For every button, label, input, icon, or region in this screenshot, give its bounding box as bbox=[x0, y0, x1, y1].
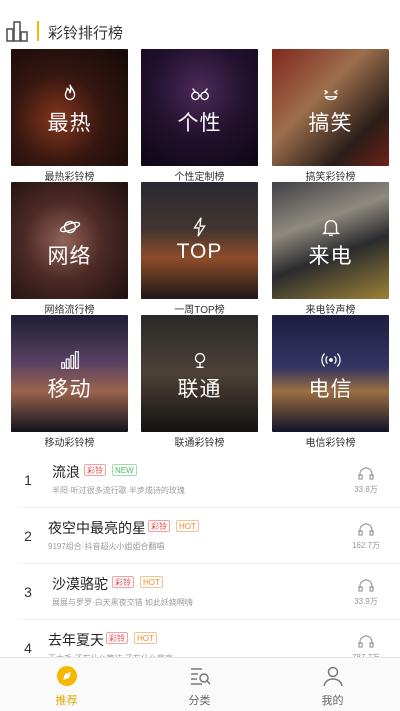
hot-badge: HOT bbox=[176, 520, 199, 532]
tile-label: TOP bbox=[176, 240, 223, 263]
tile-caption: 个性定制榜 bbox=[174, 172, 225, 183]
rank-number: 1 bbox=[24, 472, 32, 488]
signal-bars-icon bbox=[60, 351, 79, 369]
user-icon bbox=[322, 666, 343, 687]
tile-top[interactable]: TOP bbox=[141, 182, 258, 299]
tab-mine[interactable]: 我的 bbox=[266, 658, 399, 711]
tile-unicom[interactable]: 联通 bbox=[141, 315, 258, 432]
play-count: 33.9万 bbox=[354, 597, 378, 606]
tile-label: 网络 bbox=[47, 245, 92, 268]
headphones-icon bbox=[358, 579, 374, 592]
tile-incoming-call[interactable]: 来电 bbox=[272, 182, 389, 299]
unicom-knot-icon bbox=[194, 352, 205, 369]
list-item[interactable]: 1 流浪 彩铃 NEW 半阳·听过很多流行歌 半步成诗的玫瑰 33.8万 bbox=[0, 452, 400, 508]
tile-label: 联通 bbox=[177, 378, 222, 401]
song-description: 9197组合·抖音超火小姐姐合翻唱 bbox=[48, 542, 165, 551]
glasses-icon bbox=[190, 88, 209, 101]
tile-mobile[interactable]: 移动 bbox=[11, 315, 128, 432]
song-description: 展展与罗罗·白天黑夜交错 如此妖娆啊嗨 bbox=[52, 598, 193, 607]
ringtone-badge: 彩铃 bbox=[84, 464, 106, 476]
tab-label: 分类 bbox=[188, 695, 211, 707]
tab-recommend[interactable]: 推荐 bbox=[0, 658, 133, 711]
tile-label: 移动 bbox=[47, 378, 92, 401]
song-title: 去年夏天 bbox=[48, 632, 104, 648]
song-description: 半阳·听过很多流行歌 半步成诗的玫瑰 bbox=[52, 486, 185, 495]
tile-funny[interactable]: 搞笑 bbox=[272, 49, 389, 166]
tile-caption: 一周TOP榜 bbox=[174, 305, 225, 316]
list-item[interactable]: 3 沙漠骆驼 彩铃 HOT 展展与罗罗·白天黑夜交错 如此妖娆啊嗨 33.9万 bbox=[0, 564, 400, 620]
headphones-icon bbox=[358, 467, 374, 480]
tile-caption: 联通彩铃榜 bbox=[174, 438, 225, 449]
song-title: 流浪 bbox=[52, 464, 80, 480]
play-count: 162.7万 bbox=[351, 541, 381, 550]
lightning-icon bbox=[192, 217, 206, 237]
play-count: 33.8万 bbox=[354, 485, 378, 494]
ringtone-badge: 彩铃 bbox=[112, 576, 134, 588]
page-header: 彩铃排行榜 bbox=[0, 0, 400, 44]
tab-label: 推荐 bbox=[55, 695, 78, 707]
tile-telecom[interactable]: 电信 bbox=[272, 315, 389, 432]
ringtone-badge: 彩铃 bbox=[148, 520, 170, 532]
page-title: 彩铃排行榜 bbox=[48, 25, 124, 42]
song-title: 夜空中最亮的星 bbox=[48, 520, 146, 536]
headphones-icon bbox=[358, 523, 374, 536]
rank-number: 3 bbox=[24, 584, 32, 600]
tab-label: 我的 bbox=[321, 695, 344, 707]
planet-icon bbox=[59, 220, 80, 234]
hot-badge: HOT bbox=[140, 576, 163, 588]
bell-icon bbox=[321, 219, 340, 236]
tab-category[interactable]: 分类 bbox=[133, 658, 266, 711]
rank-number: 2 bbox=[24, 528, 32, 544]
rank-number: 4 bbox=[24, 640, 32, 656]
tile-hot[interactable]: 最热 bbox=[11, 49, 128, 166]
tile-label: 电信 bbox=[308, 378, 353, 401]
tile-caption: 网络流行榜 bbox=[44, 305, 95, 316]
list-item[interactable]: 2 夜空中最亮的星 彩铃 HOT 9197组合·抖音超火小姐姐合翻唱 162.7… bbox=[0, 508, 400, 564]
recommend-icon bbox=[56, 666, 77, 686]
song-title: 沙漠骆驼 bbox=[52, 576, 108, 592]
tile-network[interactable]: 网络 bbox=[11, 182, 128, 299]
category-icon bbox=[190, 668, 211, 685]
hot-badge: HOT bbox=[134, 632, 157, 644]
header-divider bbox=[37, 21, 39, 41]
tile-personal[interactable]: 个性 bbox=[141, 49, 258, 166]
tile-label: 最热 bbox=[47, 112, 92, 135]
ranking-icon bbox=[6, 21, 28, 42]
tile-caption: 搞笑彩铃榜 bbox=[305, 172, 356, 183]
new-badge: NEW bbox=[112, 464, 137, 476]
bottom-tab-bar: 推荐 分类 我的 bbox=[0, 657, 400, 711]
tile-label: 搞笑 bbox=[308, 112, 353, 135]
ringtone-badge: 彩铃 bbox=[106, 632, 128, 644]
tile-caption: 电信彩铃榜 bbox=[305, 438, 356, 449]
tile-caption: 移动彩铃榜 bbox=[44, 438, 95, 449]
tile-caption: 最热彩铃榜 bbox=[44, 172, 95, 183]
tile-label: 来电 bbox=[308, 245, 353, 268]
tile-caption: 来电铃声榜 bbox=[305, 305, 356, 316]
headphones-icon bbox=[358, 635, 374, 648]
tile-label: 个性 bbox=[177, 112, 222, 135]
flame-icon bbox=[64, 84, 75, 101]
laugh-icon bbox=[323, 89, 338, 101]
broadcast-icon bbox=[320, 353, 341, 367]
